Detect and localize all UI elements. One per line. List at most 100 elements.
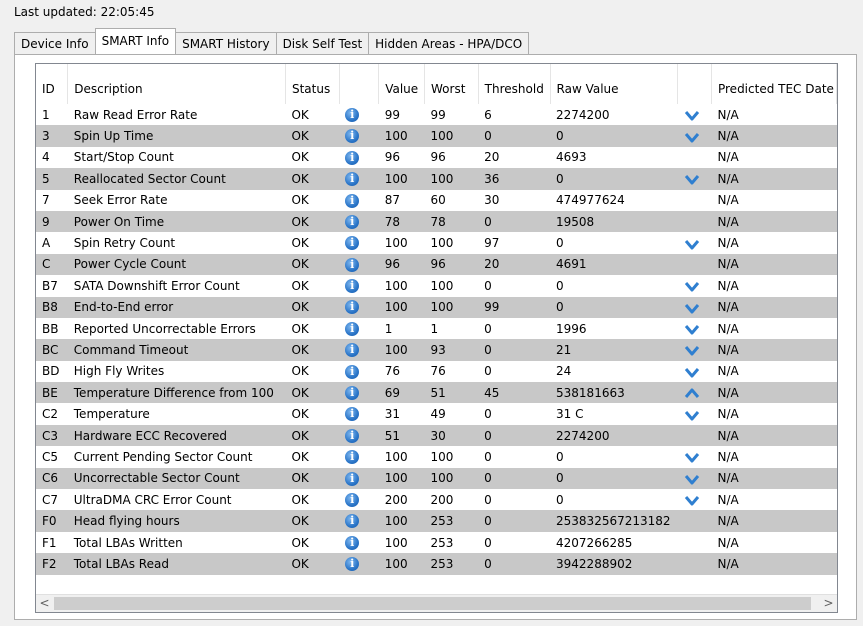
cell-description: Seek Error Rate xyxy=(73,193,168,208)
table-row[interactable]: C3 Hardware ECC Recovered OK i 51 30 0 2274200 N… xyxy=(36,424,837,447)
tab-bar: Device Info SMART Info SMART History Dis… xyxy=(14,28,530,54)
table-row[interactable]: BE Temperature Difference from 100 OK i 69 51… xyxy=(36,382,837,404)
cell-predicted-tec-date: N/A xyxy=(717,364,739,379)
cell-value: 100 xyxy=(378,296,425,318)
column-header-threshold[interactable]: Threshold xyxy=(478,64,551,104)
info-icon[interactable]: i xyxy=(345,535,360,550)
info-icon[interactable]: i xyxy=(345,172,360,187)
table-row[interactable]: 1 Raw Read Error Rate OK i 99 99 6 2274200 N/A xyxy=(36,104,837,125)
info-icon[interactable]: i xyxy=(345,343,360,358)
cell-predicted-tec-date: N/A xyxy=(717,236,739,251)
cell-raw-value: 4693 xyxy=(556,150,587,165)
table-row[interactable]: C6 Uncorrectable Sector Count OK i 100 100 0 0 N… xyxy=(36,467,837,490)
cell-worst: 30 xyxy=(424,424,479,447)
trend-cell xyxy=(677,168,712,190)
cell-threshold: 0 xyxy=(484,449,492,464)
table-row[interactable]: 4 Start/Stop Count OK i 96 96 20 4693 N/A xyxy=(36,147,837,168)
table-row[interactable]: F2 Total LBAs Read OK i 100 253 0 3942288902 N/A xyxy=(36,553,837,575)
column-header-icon[interactable] xyxy=(339,64,380,104)
info-icon[interactable]: i xyxy=(345,428,360,443)
tab-hidden-areas[interactable]: Hidden Areas - HPA/DCO xyxy=(368,32,530,54)
trend-cell xyxy=(678,104,712,125)
table-row[interactable]: BD High Fly Writes OK i 76 76 0 24 N/A xyxy=(36,361,837,382)
trend-cell xyxy=(678,403,712,424)
info-icon[interactable]: i xyxy=(345,236,360,251)
cell-status: OK xyxy=(285,296,340,318)
info-icon[interactable]: i xyxy=(345,279,360,294)
cell-threshold: 6 xyxy=(484,107,492,122)
column-header-id[interactable]: ID xyxy=(36,64,69,104)
info-icon[interactable]: i xyxy=(345,300,360,315)
cell-status: OK xyxy=(291,321,309,336)
info-icon-cell: i xyxy=(339,467,379,490)
info-icon[interactable]: i xyxy=(345,407,360,422)
table-row[interactable]: C Power Cycle Count OK i 96 96 20 4691 N/A xyxy=(36,253,837,276)
cell-predicted-tec-date: N/A xyxy=(711,467,837,490)
cell-id: B7 xyxy=(42,278,58,293)
smart-attributes-grid[interactable]: ID Description Status Value Worst Thresh… xyxy=(35,63,838,613)
table-row[interactable]: C5 Current Pending Sector Count OK i 100 100 0… xyxy=(36,446,837,467)
table-row[interactable]: 9 Power On Time OK i 78 78 0 19508 N/A xyxy=(36,210,837,233)
table-row[interactable]: 3 Spin Up Time OK i 100 100 0 0 N/A xyxy=(36,125,837,147)
cell-value: 96 xyxy=(384,150,400,165)
cell-threshold: 0 xyxy=(478,424,551,447)
tab-smart-history[interactable]: SMART History xyxy=(175,32,277,54)
info-icon[interactable]: i xyxy=(345,257,360,272)
column-header-raw-value[interactable]: Raw Value xyxy=(550,64,679,104)
cell-predicted-tec-date: N/A xyxy=(711,296,837,318)
info-icon[interactable]: i xyxy=(345,129,360,144)
cell-predicted-tec-date: N/A xyxy=(711,125,837,147)
table-row[interactable]: B7 SATA Downshift Error Count OK i 100 100 0 0 N… xyxy=(36,275,837,296)
info-icon[interactable]: i xyxy=(345,450,360,465)
cell-id: C3 xyxy=(36,424,68,447)
column-header-worst[interactable]: Worst xyxy=(424,64,479,104)
info-icon-cell: i xyxy=(339,318,378,339)
cell-threshold: 97 xyxy=(484,236,500,251)
trend-cell xyxy=(678,190,712,211)
table-row[interactable]: F1 Total LBAs Written OK i 100 253 0 4207266285… xyxy=(36,532,837,553)
info-icon[interactable]: i xyxy=(345,514,360,529)
cell-predicted-tec-date: N/A xyxy=(711,253,837,276)
info-icon[interactable]: i xyxy=(345,107,360,122)
horizontal-scrollbar[interactable]: < > xyxy=(36,594,837,612)
info-icon[interactable]: i xyxy=(345,364,360,379)
column-header-status[interactable]: Status xyxy=(285,64,340,104)
cell-raw-value: 0 xyxy=(550,125,678,147)
cell-worst: 200 xyxy=(430,492,454,507)
info-icon[interactable]: i xyxy=(345,492,360,507)
info-icon[interactable]: i xyxy=(345,214,360,229)
table-row[interactable]: A Spin Retry Count OK i 100 100 97 0 N/A xyxy=(36,232,837,253)
tab-disk-self-test[interactable]: Disk Self Test xyxy=(275,32,370,54)
column-header-value[interactable]: Value xyxy=(378,64,426,104)
table-row[interactable]: 7 Seek Error Rate OK i 87 60 30 474977624 N/A xyxy=(36,190,837,211)
table-row[interactable]: BB Reported Uncorrectable Errors OK i 1 1 0 199… xyxy=(36,318,837,339)
scroll-left-button[interactable]: < xyxy=(36,595,53,612)
table-row[interactable]: B8 End-to-End error OK i 100 100 99 0 N/A xyxy=(36,296,837,318)
table-row[interactable]: C2 Temperature OK i 31 49 0 31 C N/A xyxy=(36,403,837,424)
cell-threshold: 30 xyxy=(484,193,500,208)
info-icon[interactable]: i xyxy=(345,557,360,572)
cell-raw-value: 3942288902 xyxy=(550,553,678,575)
column-header-trend[interactable] xyxy=(677,64,712,104)
info-icon[interactable]: i xyxy=(345,193,360,208)
cell-worst: 1 xyxy=(430,321,439,336)
info-icon[interactable]: i xyxy=(345,471,360,486)
table-row[interactable]: F0 Head flying hours OK i 100 253 0 25383256721… xyxy=(36,510,837,532)
chevron-down-icon xyxy=(684,367,699,378)
tab-smart-info[interactable]: SMART Info xyxy=(94,28,177,54)
info-icon[interactable]: i xyxy=(345,386,360,401)
table-row[interactable]: C7 UltraDMA CRC Error Count OK i 200 200 0 0 N/A xyxy=(36,489,837,510)
cell-value: 100 xyxy=(384,236,408,251)
column-header-predicted-tec-date[interactable]: Predicted TEC Date xyxy=(711,64,837,104)
scroll-thumb[interactable] xyxy=(54,597,811,610)
table-row[interactable]: 5 Reallocated Sector Count OK i 100 100 36 0 N/A xyxy=(36,168,837,190)
chevron-down-icon xyxy=(684,175,699,185)
column-header-description[interactable]: Description xyxy=(67,64,286,104)
cell-description: End-to-End error xyxy=(67,296,286,318)
info-icon[interactable]: i xyxy=(345,321,360,336)
info-icon[interactable]: i xyxy=(345,150,360,165)
cell-worst: 100 xyxy=(430,236,454,251)
table-row[interactable]: BC Command Timeout OK i 100 93 0 21 N/A xyxy=(36,339,837,361)
scroll-right-button[interactable]: > xyxy=(820,595,837,612)
tab-device-info[interactable]: Device Info xyxy=(14,32,96,54)
